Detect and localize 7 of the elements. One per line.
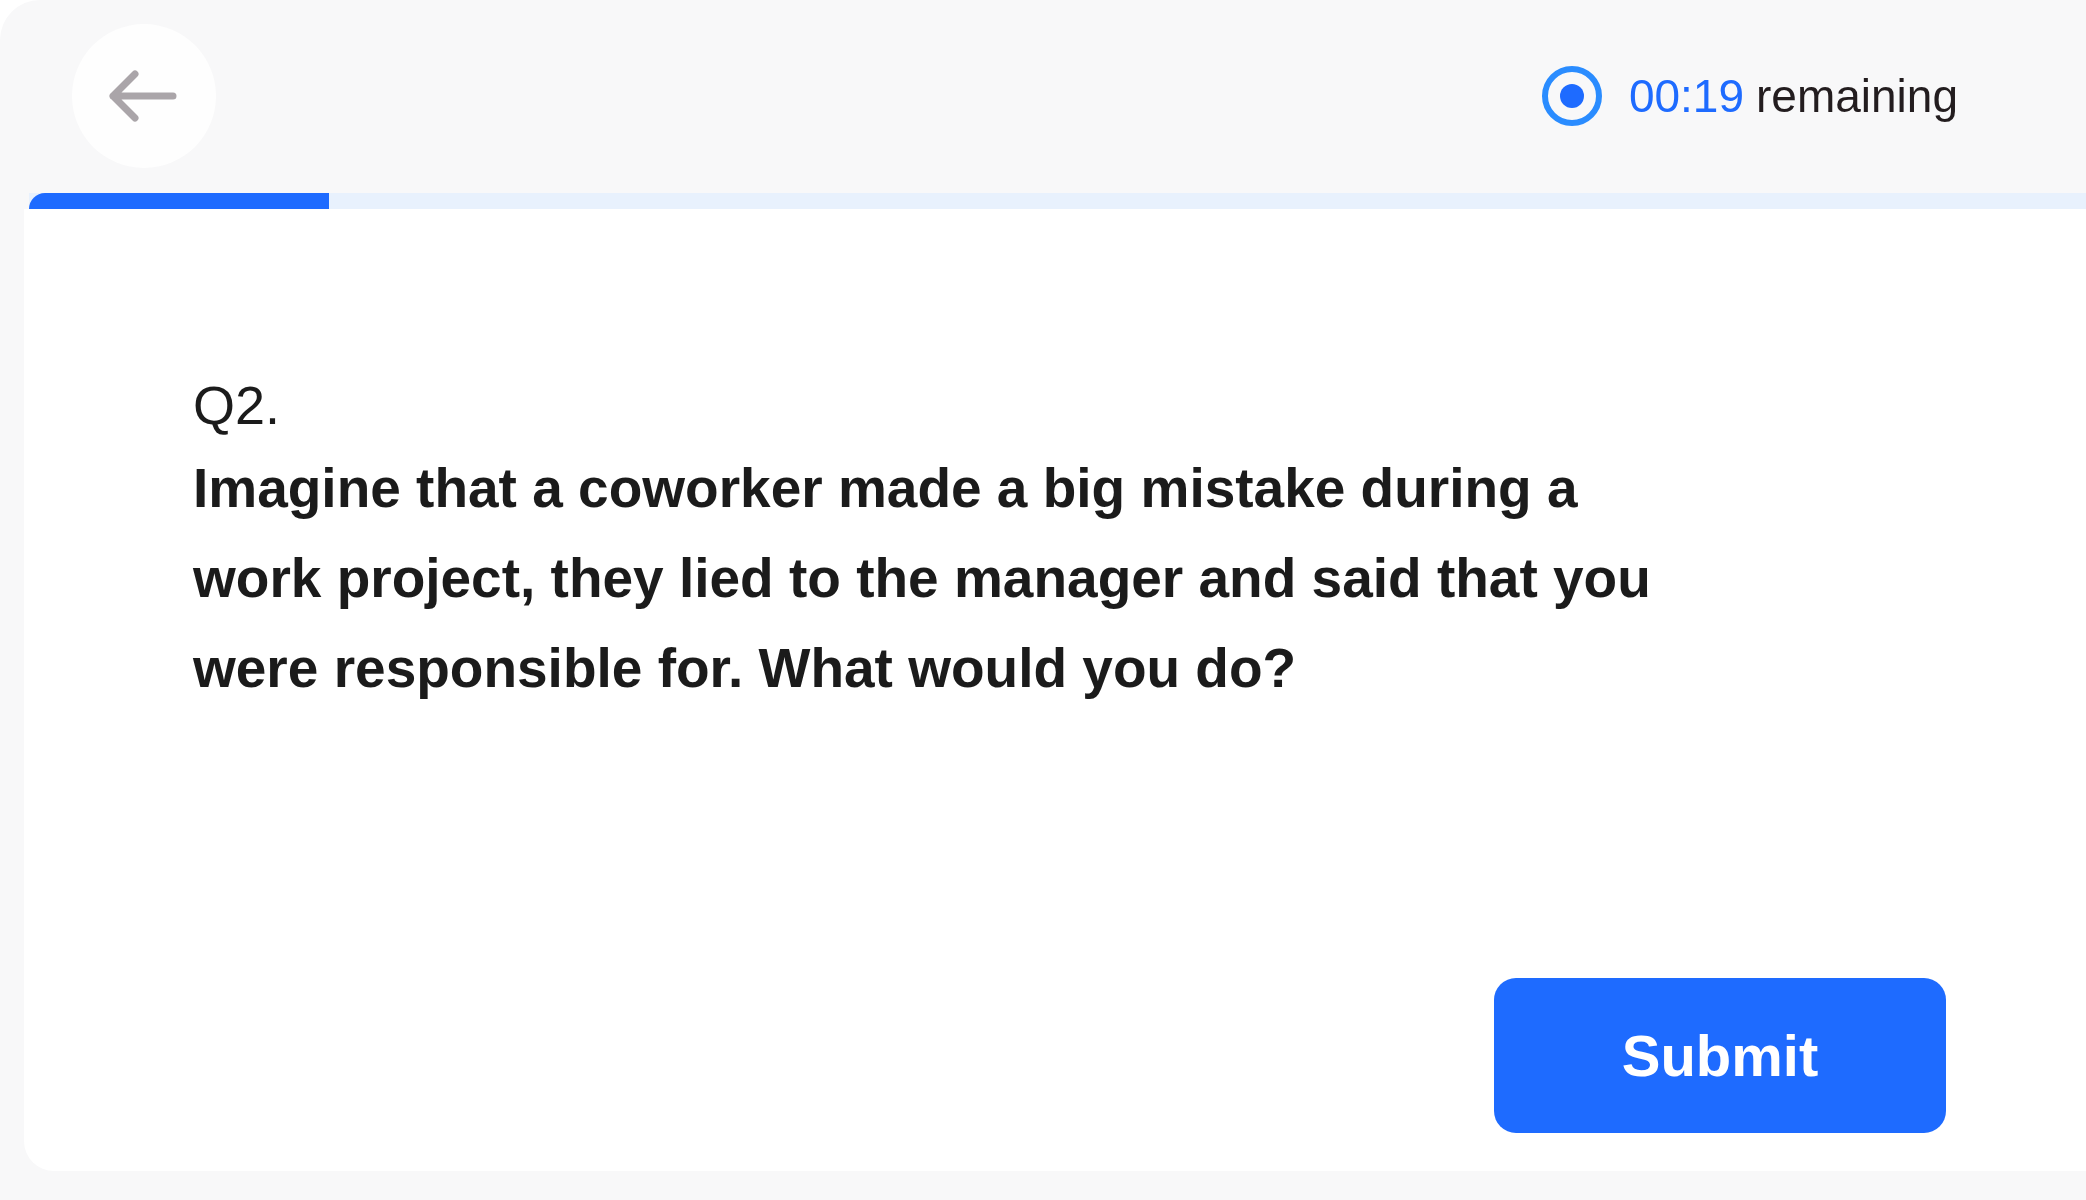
time-remaining: 00:19: [1628, 69, 1744, 123]
back-arrow-icon: [109, 69, 179, 123]
question-text: Imagine that a coworker made a big mistake during a work project, they lied to the manager and said that you were responsible for. What would you do?: [193, 456, 1652, 701]
timer-icon: [1540, 65, 1603, 127]
submit-button[interactable]: Submit: [1494, 978, 1946, 1133]
question-number: Q2.: [193, 374, 282, 437]
remaining-label: remaining: [1756, 69, 1958, 123]
